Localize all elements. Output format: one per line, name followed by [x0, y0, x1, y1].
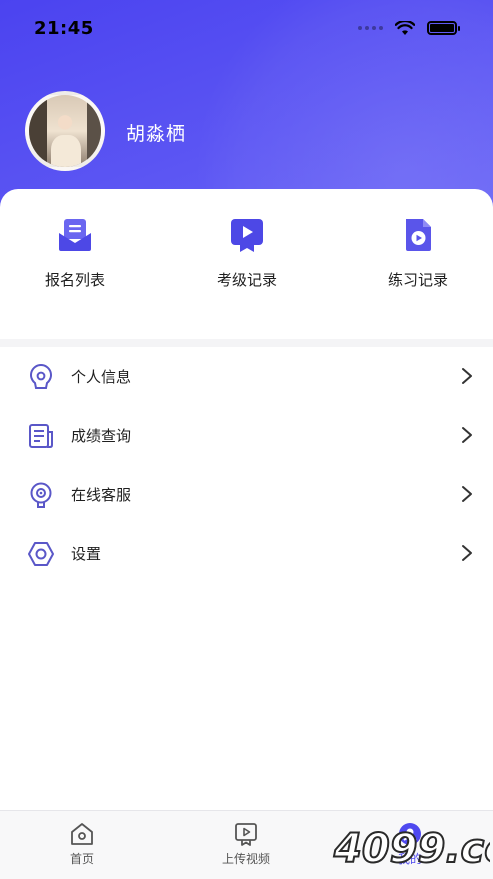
avatar[interactable]: [25, 91, 105, 171]
registration-list-icon: [59, 219, 91, 251]
personal-info-icon: [30, 363, 52, 389]
menu-item-label: 在线客服: [71, 486, 132, 504]
menu-item-settings[interactable]: 设置: [0, 524, 493, 583]
tab-label: 上传视频: [221, 852, 270, 866]
shortcut-label: 报名列表: [44, 271, 105, 289]
settings-menu: 个人信息 成绩查询 在线客服 设置: [0, 347, 493, 583]
chevron-right-icon: [462, 368, 472, 384]
watermark-logo: 4099.com: [332, 825, 490, 873]
shortcut-practice-record[interactable]: 练习记录: [348, 189, 488, 290]
shortcut-registration-list[interactable]: 报名列表: [5, 189, 145, 290]
menu-item-label: 成绩查询: [71, 427, 132, 445]
settings-icon: [28, 541, 54, 566]
tab-upload-video[interactable]: 上传视频: [196, 811, 296, 867]
customer-service-icon: [30, 482, 52, 508]
upload-video-icon: [235, 823, 257, 846]
menu-item-label: 设置: [71, 545, 102, 563]
menu-item-score-query[interactable]: 成绩查询: [0, 406, 493, 465]
wifi-icon: [395, 20, 415, 35]
tab-label: 首页: [69, 852, 94, 866]
shortcut-card: 报名列表 考级记录 练习记录: [0, 189, 493, 339]
section-divider: [0, 339, 493, 347]
status-time: 21:45: [34, 17, 94, 39]
username: 胡淼栖: [126, 123, 187, 145]
home-icon: [71, 823, 93, 845]
shortcut-label: 练习记录: [387, 271, 448, 289]
shortcut-exam-record[interactable]: 考级记录: [177, 189, 317, 290]
chevron-right-icon: [462, 486, 472, 502]
score-query-icon: [29, 423, 53, 448]
shortcut-label: 考级记录: [216, 271, 277, 289]
exam-record-icon: [231, 219, 263, 252]
chevron-right-icon: [462, 545, 472, 561]
status-icons: [358, 20, 460, 36]
status-bar: 21:45: [0, 0, 493, 56]
battery-icon: [427, 21, 460, 35]
menu-item-customer-service[interactable]: 在线客服: [0, 465, 493, 524]
menu-item-personal-info[interactable]: 个人信息: [0, 347, 493, 406]
signal-icon: [358, 26, 383, 30]
chevron-right-icon: [462, 427, 472, 443]
watermark-text: 4099.com: [333, 826, 490, 872]
practice-record-icon: [406, 219, 431, 251]
tab-home[interactable]: 首页: [32, 811, 132, 867]
menu-item-label: 个人信息: [71, 368, 132, 386]
